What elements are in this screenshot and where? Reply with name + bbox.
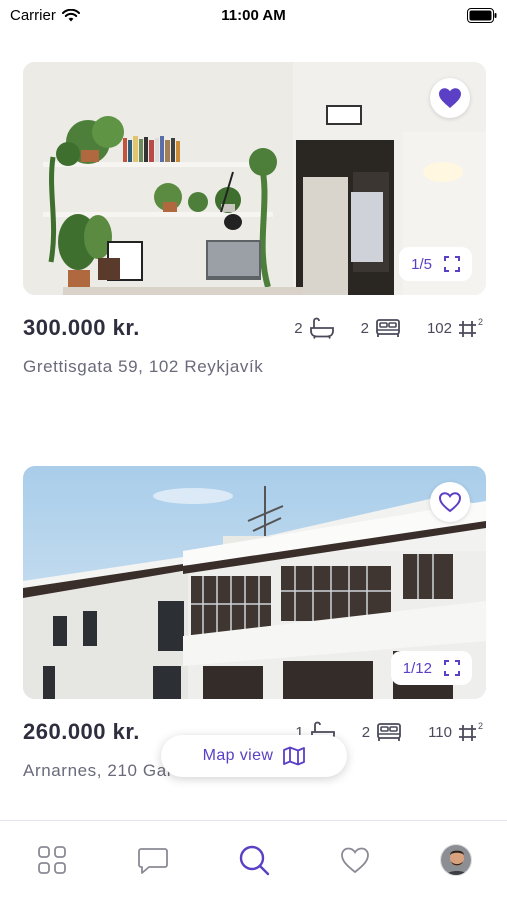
listing-photo[interactable]: 1/12 <box>23 466 486 699</box>
expand-icon <box>444 256 460 272</box>
expand-icon <box>444 660 460 676</box>
square-meters-icon: 2 <box>459 721 483 741</box>
search-icon <box>239 845 270 876</box>
battery-icon <box>467 8 497 23</box>
photo-counter: 1/12 <box>402 659 432 677</box>
listing-price: 260.000 kr. <box>23 719 140 744</box>
status-bar: Carrier 11:00 AM <box>0 0 507 32</box>
listing-photo[interactable]: 1/5 <box>23 62 486 295</box>
listing-address: Grettisgata 59, 102 Reykjavík <box>23 357 264 376</box>
user-avatar-photo <box>441 845 471 875</box>
tab-bar <box>0 820 507 900</box>
heart-icon <box>341 847 369 874</box>
beds-feature: 2 <box>362 722 402 742</box>
bed-icon <box>376 319 400 337</box>
beds-feature: 2 <box>361 318 401 338</box>
favorite-button[interactable] <box>430 78 470 118</box>
svg-text:2: 2 <box>478 317 483 327</box>
size-value: 102 <box>426 319 452 337</box>
beds-count: 2 <box>361 723 371 741</box>
square-meters-icon: 2 <box>459 317 483 337</box>
tab-search[interactable] <box>237 843 271 877</box>
heart-filled-icon <box>439 88 461 108</box>
clock: 11:00 AM <box>221 7 286 24</box>
beds-count: 2 <box>360 319 369 337</box>
baths-feature: 2 <box>294 317 334 339</box>
photo-counter-pill[interactable]: 1/12 <box>390 651 472 685</box>
listing-features: 2 2 102 2 <box>294 317 486 339</box>
listing-card[interactable]: 1/5 300.000 kr. 2 2 102 2 Grettisgata 59… <box>23 62 486 377</box>
listing-card[interactable]: 1/12 260.000 kr. 1 2 110 2 Arnarnes, 210… <box>23 466 486 781</box>
tab-messages[interactable] <box>136 843 170 877</box>
photo-counter: 1/5 <box>411 255 432 273</box>
map-view-label: Map view <box>202 747 274 764</box>
size-feature: 110 2 <box>428 721 486 743</box>
chat-icon <box>138 848 168 874</box>
tab-home[interactable] <box>35 843 69 877</box>
heart-outline-icon <box>438 492 462 513</box>
tab-profile[interactable] <box>439 843 473 877</box>
bed-icon <box>377 723 401 741</box>
size-value: 110 <box>428 723 452 741</box>
svg-text:2: 2 <box>478 721 483 731</box>
bathtub-icon <box>309 317 334 339</box>
grid-icon <box>38 846 66 874</box>
listing-price: 300.000 kr. <box>23 315 140 340</box>
map-icon <box>283 746 306 766</box>
favorite-button[interactable] <box>430 482 470 522</box>
listing-info: 300.000 kr. 2 2 102 2 <box>23 295 486 355</box>
tab-favorites[interactable] <box>338 843 372 877</box>
size-feature: 102 2 <box>427 317 486 339</box>
baths-count: 2 <box>294 319 303 337</box>
photo-counter-pill[interactable]: 1/5 <box>399 247 472 281</box>
map-view-button[interactable]: Map view <box>161 735 347 777</box>
avatar <box>440 844 472 876</box>
